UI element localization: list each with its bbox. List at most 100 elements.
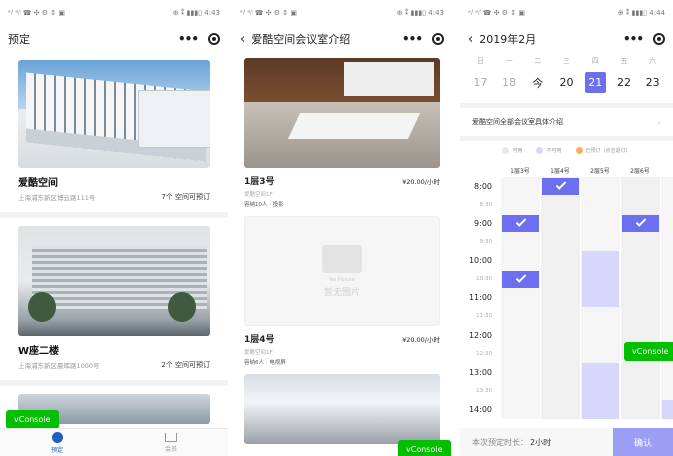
room-price: ¥20.00/小时: [402, 335, 440, 344]
more-icon[interactable]: •••: [178, 32, 199, 46]
room-column[interactable]: [580, 177, 620, 419]
vconsole-button[interactable]: vConsole: [398, 440, 451, 456]
mini-program-capsule[interactable]: •••: [623, 32, 665, 46]
more-icon[interactable]: •••: [402, 32, 423, 46]
venue-availability: 2个 空间可预订: [161, 361, 210, 369]
selected-slot[interactable]: [542, 178, 579, 195]
time-label: 12:00: [468, 330, 492, 340]
schedule-screen: ᵃᵢˡ ᵃᵢˡ ☎ ✣ ⚙ ↕ ▣ ⊕ ⁑ ▮▮▮▯ 4:44 ‹ 2019年2…: [460, 0, 673, 456]
legend-dot-icon: [502, 146, 510, 154]
room-name: 1层3号: [244, 177, 275, 187]
room-list-screen: ᵃᵢˡ ᵃᵢˡ ☎ ✣ ⚙ ↕ ▣ ⊕ ⁑ ▮▮▮▯ 4:43 ‹ 爱酷空间会议…: [232, 0, 452, 456]
booking-footer: 本次预定时长： 2小时 确认: [460, 428, 673, 456]
back-icon[interactable]: ‹: [468, 32, 473, 47]
unavailable-slot: [662, 400, 673, 419]
room-column-label: 2层5号: [590, 167, 610, 175]
close-target-icon[interactable]: [653, 33, 665, 45]
page-title: 爱酷空间会议室介绍: [251, 33, 351, 46]
checkmark-icon: [555, 179, 566, 191]
weekday-label: 四: [591, 57, 599, 65]
back-icon[interactable]: ‹: [240, 32, 245, 47]
room-column[interactable]: [660, 177, 673, 419]
time-label: 11:00: [468, 293, 492, 303]
legend-dot-icon: [575, 146, 583, 154]
schedule-grid: 1层3号 1层4号 2层5号 2层6号 2 8:00 8:30 9:00 9:30 10:00 1…: [460, 163, 673, 419]
nav-bar: ‹ 爱酷空间会议室介绍 •••: [232, 26, 452, 52]
venue-availability: 7个 空间可预订: [161, 193, 210, 201]
all-rooms-intro-link[interactable]: 爱酷空间全部会议室具体介绍 ›: [460, 103, 673, 141]
weekday-label: 三: [563, 57, 571, 65]
room-photo: [244, 374, 440, 444]
venue-card[interactable]: W座二楼 上海浦东新区晨晖路1000号 2个 空间可预订: [0, 218, 228, 386]
room-price: ¥20.00/小时: [402, 177, 440, 186]
confirm-button[interactable]: 确认: [613, 428, 673, 456]
status-bar: ᵃᵢˡ ᵃᵢˡ ☎ ✣ ⚙ ↕ ▣ ⊕ ⁑ ▮▮▮▯ 4:43: [240, 9, 444, 17]
time-label: 12:30: [476, 350, 492, 357]
room-column[interactable]: [540, 177, 580, 419]
room-card[interactable]: 1层3号 ¥20.00/小时 爱酷空间1F 容纳10人 · 投影: [232, 58, 452, 208]
date-cell[interactable]: 17: [466, 72, 495, 93]
more-icon[interactable]: •••: [623, 32, 644, 46]
venue-address: 上海浦东新区博云路111号: [18, 194, 96, 202]
tab-booking[interactable]: 预定: [0, 429, 114, 456]
room-column-label: 1层4号: [550, 167, 570, 175]
mini-program-capsule[interactable]: •••: [402, 32, 444, 46]
date-cell[interactable]: 21: [581, 72, 610, 93]
no-picture-placeholder: No Picture 暂无图片: [244, 216, 440, 326]
date-cell[interactable]: 23: [638, 72, 667, 93]
room-location: 爱酷空间1F: [244, 192, 273, 198]
nav-bar: ‹ 2019年2月 •••: [460, 26, 673, 52]
nav-bar: 预定 •••: [0, 26, 228, 52]
legend-dot-icon: [536, 146, 544, 154]
mini-program-capsule[interactable]: •••: [178, 32, 220, 46]
room-column-label: 2: [660, 167, 673, 174]
vconsole-button[interactable]: vConsole: [624, 342, 673, 361]
time-label: 10:30: [476, 276, 492, 283]
room-card[interactable]: [232, 374, 452, 444]
date-cell[interactable]: 20: [552, 72, 581, 93]
close-target-icon[interactable]: [432, 33, 444, 45]
booking-duration: 本次预定时长： 2小时: [460, 428, 613, 456]
tab-member[interactable]: 会员: [114, 429, 228, 456]
room-capacity: 容纳10人 · 投影: [244, 202, 284, 208]
unavailable-slot: [582, 363, 619, 419]
date-strip: 17 18 今 20 21 22 23: [460, 72, 673, 93]
room-location: 爱酷空间1F: [244, 350, 273, 356]
crown-icon: [165, 432, 177, 442]
selected-slot[interactable]: [502, 215, 539, 232]
date-cell[interactable]: 18: [495, 72, 524, 93]
checkmark-icon: [515, 272, 526, 284]
selected-slot[interactable]: [502, 271, 539, 288]
status-bar: ᵃᵢˡ ᵃᵢˡ ☎ ✣ ⚙ ↕ ▣ ⊕ ⁑ ▮▮▮▯ 4:44: [468, 9, 665, 17]
time-label: 9:00: [474, 218, 492, 228]
room-card[interactable]: No Picture 暂无图片 1层4号 ¥20.00/小时 爱酷空间1F 容纳…: [232, 216, 452, 366]
date-cell[interactable]: 今: [523, 72, 552, 93]
room-name: 1层4号: [244, 335, 275, 345]
weekday-label: 二: [534, 57, 542, 65]
room-column[interactable]: [500, 177, 540, 419]
chevron-right-icon: ›: [657, 117, 661, 127]
time-label: 9:30: [479, 239, 492, 246]
legend-item: 不可用: [536, 146, 562, 154]
room-capacity: 容纳6人 · 电视屏: [244, 360, 286, 366]
status-bar: ᵃᵢˡ ᵃᵢˡ ☎ ✣ ⚙ ↕ ▣ ⊕ ⁑ ▮▮▮▯ 4:43: [0, 0, 228, 26]
page-title: 预定: [8, 33, 30, 46]
tab-bar: 预定 会员: [0, 428, 228, 456]
date-cell[interactable]: 22: [610, 72, 639, 93]
time-label: 10:00: [468, 256, 492, 266]
weekday-header: 日一二三四五六: [460, 56, 673, 66]
venue-address: 上海浦东新区晨晖路1000号: [18, 362, 100, 370]
time-label: 8:30: [479, 201, 492, 208]
close-target-icon[interactable]: [208, 33, 220, 45]
weekday-label: 一: [505, 57, 513, 65]
room-column[interactable]: [620, 177, 660, 419]
venue-photo: [18, 226, 210, 336]
selected-slot[interactable]: [622, 215, 659, 232]
time-label: 13:00: [468, 367, 492, 377]
room-column-label: 2层6号: [630, 167, 650, 175]
weekday-label: 六: [649, 57, 657, 65]
vconsole-button[interactable]: vConsole: [6, 410, 59, 429]
venue-card[interactable]: 爱酷空间 上海浦东新区博云路111号 7个 空间可预订: [0, 52, 228, 218]
room-photo: [244, 58, 440, 168]
calendar-icon: [51, 431, 63, 443]
